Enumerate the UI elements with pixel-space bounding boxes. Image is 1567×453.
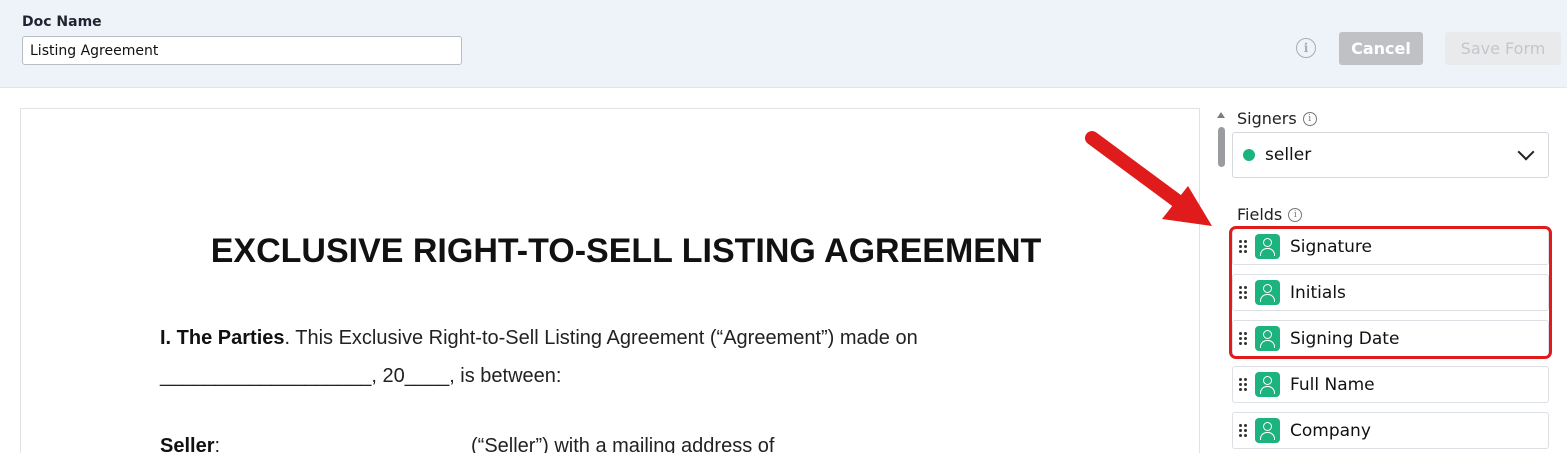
- document-date-line: ___________________, 20____, is between:: [160, 365, 562, 387]
- scroll-up-arrow-icon[interactable]: [1217, 112, 1225, 118]
- seller-text: (“Seller”) with a mailing address of: [471, 435, 775, 453]
- document-seller-line: Seller: (“Seller”) with a mailing addres…: [160, 435, 774, 453]
- field-label: Full Name: [1290, 374, 1375, 395]
- document-preview[interactable]: EXCLUSIVE RIGHT-TO-SELL LISTING AGREEMEN…: [20, 108, 1200, 453]
- parties-text: . This Exclusive Right-to-Sell Listing A…: [284, 327, 918, 349]
- parties-heading: I. The Parties: [160, 327, 285, 349]
- signer-color-dot: [1243, 149, 1255, 161]
- doc-name-label: Doc Name: [22, 14, 102, 30]
- annotation-arrow-icon: [1085, 131, 1212, 226]
- fields-info-icon[interactable]: i: [1288, 207, 1303, 222]
- signer-select[interactable]: seller: [1232, 132, 1549, 178]
- person-icon: [1255, 418, 1280, 443]
- fields-heading: Fields i: [1237, 205, 1303, 224]
- cancel-button[interactable]: Cancel: [1339, 32, 1423, 65]
- drag-handle-icon[interactable]: [1239, 377, 1247, 392]
- doc-name-input[interactable]: [22, 36, 462, 65]
- field-item-full-name[interactable]: Full Name: [1232, 366, 1549, 403]
- drag-handle-icon[interactable]: [1239, 423, 1247, 438]
- info-icon[interactable]: i: [1296, 38, 1316, 58]
- top-bar: Doc Name i Cancel Save Form: [0, 0, 1567, 88]
- signer-select-value: seller: [1265, 145, 1312, 165]
- chevron-down-icon: [1517, 143, 1535, 161]
- annotation-highlight-box: [1229, 226, 1552, 359]
- document-paragraph-parties: I. The Parties. This Exclusive Right-to-…: [160, 327, 918, 350]
- seller-heading: Seller: [160, 435, 215, 453]
- person-icon: [1255, 372, 1280, 397]
- signers-heading: Signers i: [1237, 109, 1317, 128]
- field-label: Company: [1290, 420, 1371, 441]
- field-item-company[interactable]: Company: [1232, 412, 1549, 449]
- save-form-button[interactable]: Save Form: [1445, 32, 1561, 65]
- signers-info-icon[interactable]: i: [1302, 111, 1317, 126]
- document-title: EXCLUSIVE RIGHT-TO-SELL LISTING AGREEMEN…: [210, 232, 1042, 270]
